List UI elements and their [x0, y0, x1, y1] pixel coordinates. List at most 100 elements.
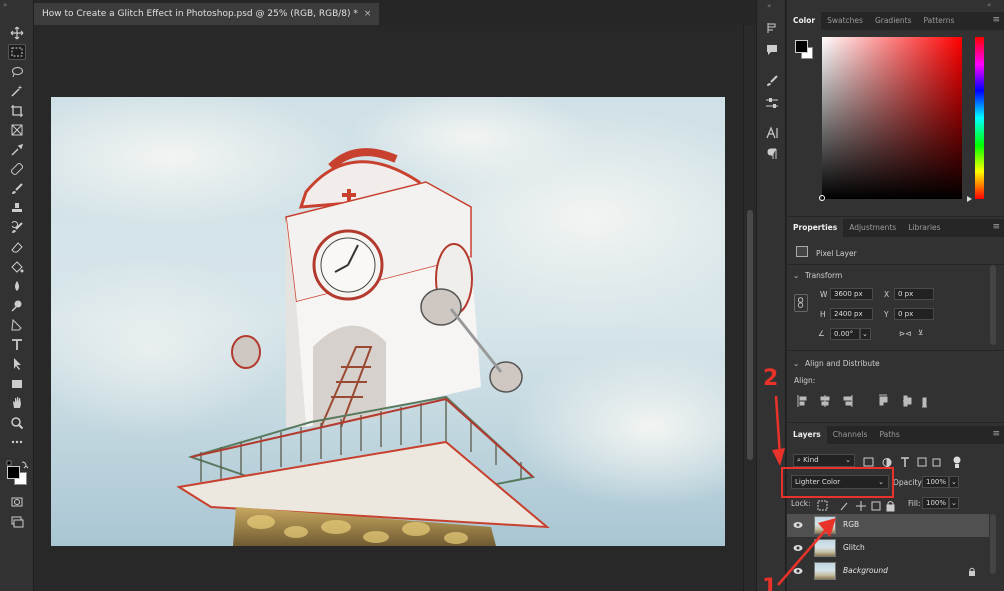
history-icon[interactable] [765, 20, 779, 34]
align-label: Align: [794, 376, 816, 385]
tab-libraries[interactable]: Libraries [902, 219, 946, 237]
document-canvas-image[interactable] [51, 97, 725, 546]
color-picker-cursor[interactable] [819, 195, 825, 201]
scrollbar-thumb[interactable] [747, 210, 753, 460]
opacity-dropdown-icon[interactable]: ⌄ [949, 476, 959, 488]
layer-filter-buttons[interactable] [863, 454, 963, 468]
eyedropper-icon[interactable] [8, 142, 26, 158]
healing-icon[interactable] [8, 161, 26, 177]
marquee-icon[interactable] [8, 44, 26, 60]
hue-slider-handle[interactable] [967, 196, 972, 202]
adjustments-sliders-icon[interactable] [765, 95, 779, 109]
magic-wand-icon[interactable] [8, 83, 26, 99]
annotation-step-1: 1 [762, 575, 778, 591]
layer-name[interactable]: Glitch [843, 543, 865, 552]
paragraph-icon[interactable] [765, 146, 779, 160]
path-select-icon[interactable] [8, 356, 26, 372]
layers-panel-tabs: Layers Channels Paths ≡ [787, 426, 1004, 444]
layer-name[interactable]: RGB [843, 520, 859, 529]
lock-buttons[interactable] [817, 497, 899, 512]
default-colors-icon[interactable] [6, 455, 30, 469]
screen-mode-icon[interactable] [8, 514, 26, 530]
flip-vertical-icon[interactable]: ⊻ [918, 328, 924, 337]
document-tab[interactable]: How to Create a Glitch Effect in Photosh… [34, 3, 380, 25]
opacity-label: Opacity: [893, 478, 924, 487]
close-tab-icon[interactable]: × [364, 3, 372, 25]
layers-scrollbar[interactable] [990, 514, 996, 574]
zoom-icon[interactable] [8, 415, 26, 431]
saturation-brightness-field[interactable] [822, 37, 962, 199]
opacity-input[interactable]: 100% [922, 476, 949, 488]
history-brush-icon[interactable] [8, 220, 26, 236]
brush-icon[interactable] [8, 181, 26, 197]
width-label: W [820, 290, 828, 299]
comments-icon[interactable] [765, 42, 779, 56]
tab-channels[interactable]: Channels [827, 426, 874, 444]
link-dimensions-icon[interactable] [794, 294, 808, 312]
blur-icon[interactable] [8, 278, 26, 294]
properties-scrollbar[interactable] [990, 265, 996, 345]
canvas-vertical-scrollbar[interactable] [743, 25, 756, 591]
height-input[interactable]: 2400 px [830, 308, 873, 320]
foreground-color-swatch[interactable] [7, 466, 20, 479]
toolbar-collapse[interactable]: » [0, 0, 33, 10]
eraser-icon[interactable] [8, 239, 26, 255]
y-label: Y [884, 310, 889, 319]
align-chevron-icon[interactable]: ⌄ [793, 359, 799, 368]
paint-bucket-icon[interactable] [8, 259, 26, 275]
rectangle-icon[interactable] [8, 376, 26, 392]
color-panel-menu-icon[interactable]: ≡ [992, 15, 1000, 25]
layer-filter-kind[interactable]: ⌕ Kind ⌄ [793, 454, 855, 467]
hue-slider[interactable] [975, 37, 984, 199]
tab-color[interactable]: Color [787, 12, 822, 30]
chevron-down-icon: ⌄ [845, 456, 851, 464]
angle-input[interactable]: 0.00° [830, 328, 860, 340]
move-icon[interactable] [8, 25, 26, 41]
document-title: How to Create a Glitch Effect in Photosh… [42, 9, 358, 19]
panel-collapse-glyph[interactable]: « [987, 1, 991, 9]
tab-layers[interactable]: Layers [787, 426, 827, 444]
quick-mask-icon[interactable] [8, 494, 26, 510]
align-title[interactable]: Align and Distribute [805, 359, 880, 368]
tab-patterns[interactable]: Patterns [918, 12, 961, 30]
align-buttons[interactable] [797, 393, 930, 408]
fill-input[interactable]: 100% [922, 497, 949, 509]
frame-icon[interactable] [8, 122, 26, 138]
transform-chevron-icon[interactable]: ⌄ [793, 271, 799, 280]
y-input[interactable]: 0 px [894, 308, 934, 320]
annotation-step-2: 2 [763, 366, 779, 391]
collapsed-panel-dock: « [756, 0, 786, 591]
document-tab-bar: How to Create a Glitch Effect in Photosh… [34, 0, 756, 25]
flip-horizontal-icon[interactable]: ⊳⊲ [899, 329, 912, 338]
layer-name[interactable]: Background [843, 566, 888, 575]
tab-properties[interactable]: Properties [787, 219, 844, 237]
type-icon[interactable] [8, 337, 26, 353]
layers-menu-icon[interactable]: ≡ [992, 429, 1000, 439]
angle-dropdown-icon[interactable]: ⌄ [860, 328, 871, 340]
tab-gradients[interactable]: Gradients [869, 12, 918, 30]
more-icon[interactable] [8, 434, 26, 450]
width-input[interactable]: 3600 px [830, 288, 873, 300]
tab-adjustments[interactable]: Adjustments [843, 219, 902, 237]
dock-collapse-glyph[interactable]: « [767, 2, 771, 10]
character-icon[interactable] [765, 125, 779, 139]
stamp-icon[interactable] [8, 200, 26, 216]
brush-settings-icon[interactable] [765, 73, 779, 87]
transform-title[interactable]: Transform [805, 271, 842, 280]
crop-icon[interactable] [8, 103, 26, 119]
lasso-icon[interactable] [8, 64, 26, 80]
tools-panel: » [0, 0, 34, 591]
x-input[interactable]: 0 px [894, 288, 934, 300]
color-panel-tabs: Color Swatches Gradients Patterns ≡ [787, 12, 1004, 30]
pixel-layer-icon [796, 246, 808, 257]
fill-dropdown-icon[interactable]: ⌄ [949, 497, 959, 509]
pen-icon[interactable] [8, 317, 26, 333]
properties-menu-icon[interactable]: ≡ [992, 222, 1000, 232]
fill-label: Fill: [908, 499, 921, 508]
dodge-icon[interactable] [8, 298, 26, 314]
hand-icon[interactable] [8, 395, 26, 411]
fg-swatch[interactable] [795, 40, 808, 53]
tab-paths[interactable]: Paths [873, 426, 905, 444]
filter-kind-label: Kind [803, 456, 819, 464]
tab-swatches[interactable]: Swatches [821, 12, 869, 30]
